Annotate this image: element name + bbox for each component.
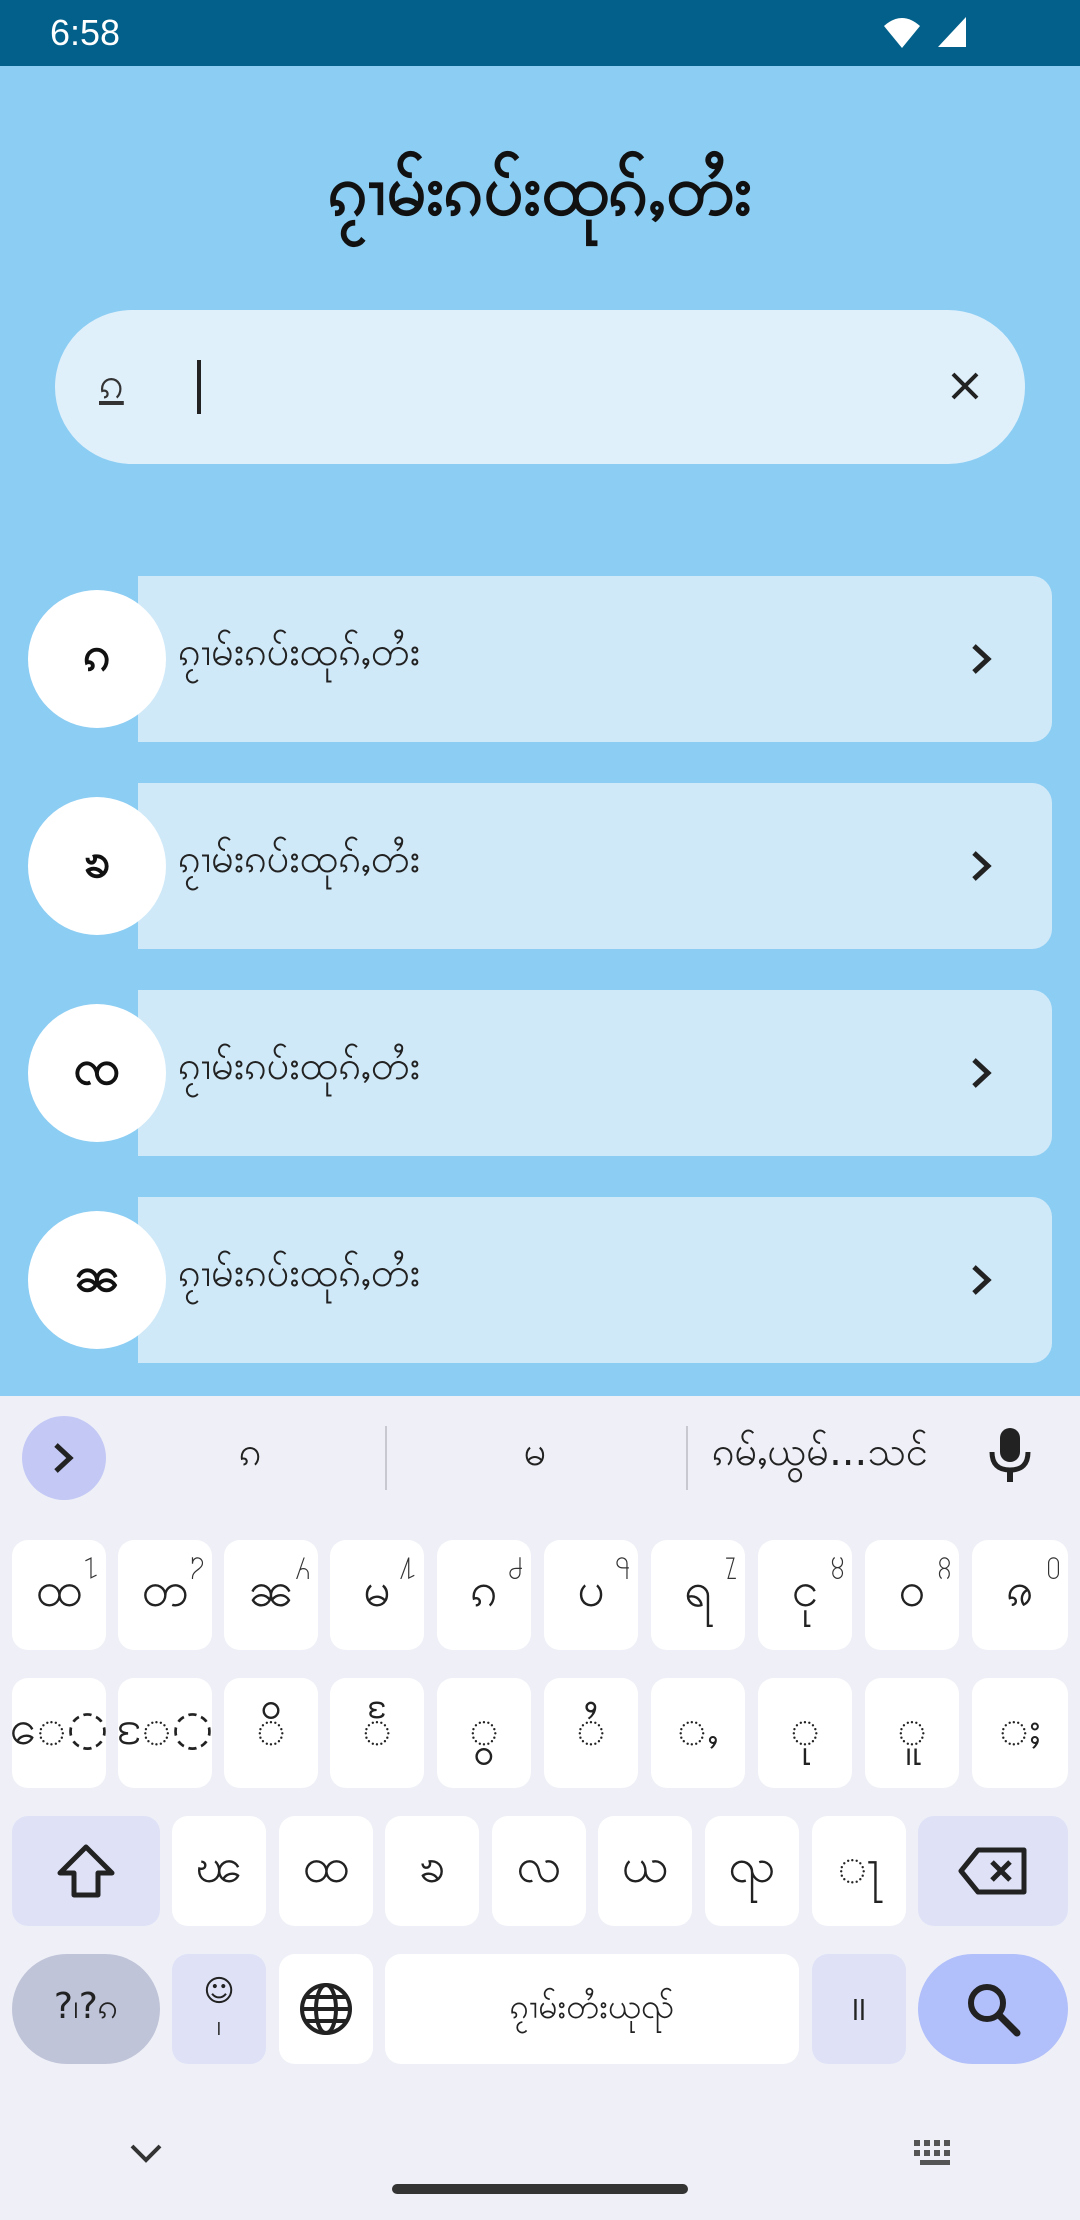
list-item-label: ၵႂၢမ်းၵပ်းထုၵ်ႇတႆး bbox=[178, 1250, 421, 1296]
emoji-key[interactable]: ☺ ၊ bbox=[172, 1954, 266, 2064]
list-item-label: ၵႂၢမ်းၵပ်းထုၵ်ႇတႆး bbox=[178, 629, 421, 675]
key[interactable]: ◌ႈ bbox=[972, 1678, 1068, 1788]
key[interactable]: ငု႘ bbox=[758, 1540, 852, 1650]
shift-key[interactable] bbox=[12, 1816, 160, 1926]
key[interactable]: ဝ႙ bbox=[865, 1540, 959, 1650]
key[interactable]: ◌ု bbox=[758, 1678, 852, 1788]
page-title: ၵႂၢမ်းၵပ်းထုၵ်ႇတႆး bbox=[328, 149, 752, 231]
chevron-down-icon[interactable] bbox=[128, 2142, 164, 2166]
app-main: ၵႂၢမ်းၵပ်းထုၵ်ႇတႆး ၵ ၵႂၢမ်းၵပ်းထုၵ်ႇတႆး … bbox=[0, 66, 1080, 1396]
key[interactable]: ယ bbox=[598, 1816, 692, 1926]
key[interactable]: ◌ႅ bbox=[330, 1678, 424, 1788]
key[interactable]: ထ bbox=[279, 1816, 373, 1926]
home-indicator[interactable] bbox=[392, 2184, 688, 2194]
symbols-key[interactable]: ?၊?ၵ bbox=[12, 1954, 160, 2064]
list-item-badge: ၼ bbox=[28, 1211, 166, 1349]
status-bar: 6:58 bbox=[0, 0, 1080, 66]
list-item[interactable]: ၵႂၢမ်းၵပ်းထုၵ်ႇတႆး ၼ bbox=[28, 1197, 1052, 1363]
key[interactable]: ၺ bbox=[705, 1816, 799, 1926]
chevron-right-icon bbox=[952, 836, 1012, 896]
emoji-icon: ☺ bbox=[203, 1974, 235, 2009]
keyboard-icon[interactable] bbox=[912, 2138, 958, 2168]
key[interactable]: ◌ိ bbox=[224, 1678, 318, 1788]
list-item-badge: ၸ bbox=[28, 1004, 166, 1142]
list-item-badge: ၵ bbox=[28, 590, 166, 728]
chevron-right-icon bbox=[952, 629, 1012, 689]
key[interactable]: ေ◌ bbox=[10, 1678, 108, 1788]
search-key[interactable] bbox=[918, 1954, 1068, 2064]
search-icon bbox=[968, 1984, 1021, 2037]
soft-keyboard: ၵ မ ၵမ်ႇယွမ်...သင် ထ႑ တ႒ ၼ႓ မ႔ ၵ႕ ပ႖ ရ႗ … bbox=[0, 1396, 1080, 2220]
key[interactable]: ၽ bbox=[172, 1816, 266, 1926]
list-item-label: ၵႂၢမ်းၵပ်းထုၵ်ႇတႆး bbox=[178, 836, 421, 882]
key[interactable]: ၶ bbox=[385, 1816, 479, 1926]
status-time: 6:58 bbox=[50, 12, 121, 53]
list-item-badge: ၶ bbox=[28, 797, 166, 935]
list-item[interactable]: ၵႂၢမ်းၵပ်းထုၵ်ႇတႆး ၶ bbox=[28, 783, 1052, 949]
list-item[interactable]: ၵႂၢမ်းၵပ်းထုၵ်ႇတႆး ၵ bbox=[28, 576, 1052, 742]
suggestion-item[interactable]: ၵမ်ႇယွမ်...သင် bbox=[700, 1426, 940, 1485]
key[interactable]: လ bbox=[492, 1816, 586, 1926]
backspace-icon bbox=[958, 1847, 1027, 1895]
key[interactable]: ◌ႃ bbox=[812, 1816, 906, 1926]
search-box[interactable]: ၵ bbox=[55, 310, 1025, 464]
text-cursor bbox=[197, 360, 201, 414]
language-key[interactable] bbox=[279, 1954, 373, 2064]
key[interactable]: ◌ႆ bbox=[544, 1678, 638, 1788]
key[interactable]: ◌ူ bbox=[865, 1678, 959, 1788]
chevron-right-icon bbox=[952, 1043, 1012, 1103]
status-icons bbox=[882, 14, 968, 50]
chevron-right-icon bbox=[952, 1250, 1012, 1310]
suggestion-strip: ၵ မ ၵမ်ႇယွမ်...သင် bbox=[0, 1396, 1080, 1516]
key[interactable]: ◌ွ bbox=[437, 1678, 531, 1788]
expand-suggestions-button[interactable] bbox=[22, 1416, 106, 1500]
backspace-key[interactable] bbox=[918, 1816, 1068, 1926]
key[interactable]: ထ႑ bbox=[12, 1540, 106, 1650]
wifi-icon bbox=[884, 18, 920, 48]
key[interactable]: ပ႖ bbox=[544, 1540, 638, 1650]
close-icon[interactable] bbox=[935, 356, 995, 416]
list-item[interactable]: ၵႂၢမ်းၵပ်းထုၵ်ႇတႆး ၸ bbox=[28, 990, 1052, 1156]
key[interactable]: ၵ႕ bbox=[437, 1540, 531, 1650]
globe-icon bbox=[300, 1983, 352, 2035]
space-key[interactable]: ၵႂၢမ်းတႆးယုၺ် bbox=[385, 1954, 799, 2064]
key[interactable]: ◌ႇ bbox=[651, 1678, 745, 1788]
key[interactable]: ႄ◌ bbox=[117, 1678, 213, 1788]
period-key[interactable]: ။ bbox=[812, 1954, 906, 2064]
chevron-right-icon bbox=[54, 1443, 74, 1473]
suggestion-divider bbox=[686, 1426, 688, 1490]
key[interactable]: ၼ႓ bbox=[224, 1540, 318, 1650]
signal-icon bbox=[938, 17, 966, 47]
suggestion-item[interactable]: မ bbox=[435, 1426, 635, 1485]
shift-icon bbox=[57, 1844, 115, 1898]
list-item-label: ၵႂၢမ်းၵပ်းထုၵ်ႇတႆး bbox=[178, 1043, 421, 1089]
key[interactable]: ရ႗ bbox=[651, 1540, 745, 1650]
key[interactable]: တ႒ bbox=[118, 1540, 212, 1650]
search-input[interactable]: ၵ bbox=[99, 356, 124, 420]
suggestion-divider bbox=[385, 1426, 387, 1490]
microphone-icon[interactable] bbox=[980, 1424, 1040, 1484]
key[interactable]: မ႔ bbox=[330, 1540, 424, 1650]
suggestion-item[interactable]: ၵ bbox=[150, 1426, 350, 1485]
key[interactable]: ၷ႐ bbox=[972, 1540, 1068, 1650]
